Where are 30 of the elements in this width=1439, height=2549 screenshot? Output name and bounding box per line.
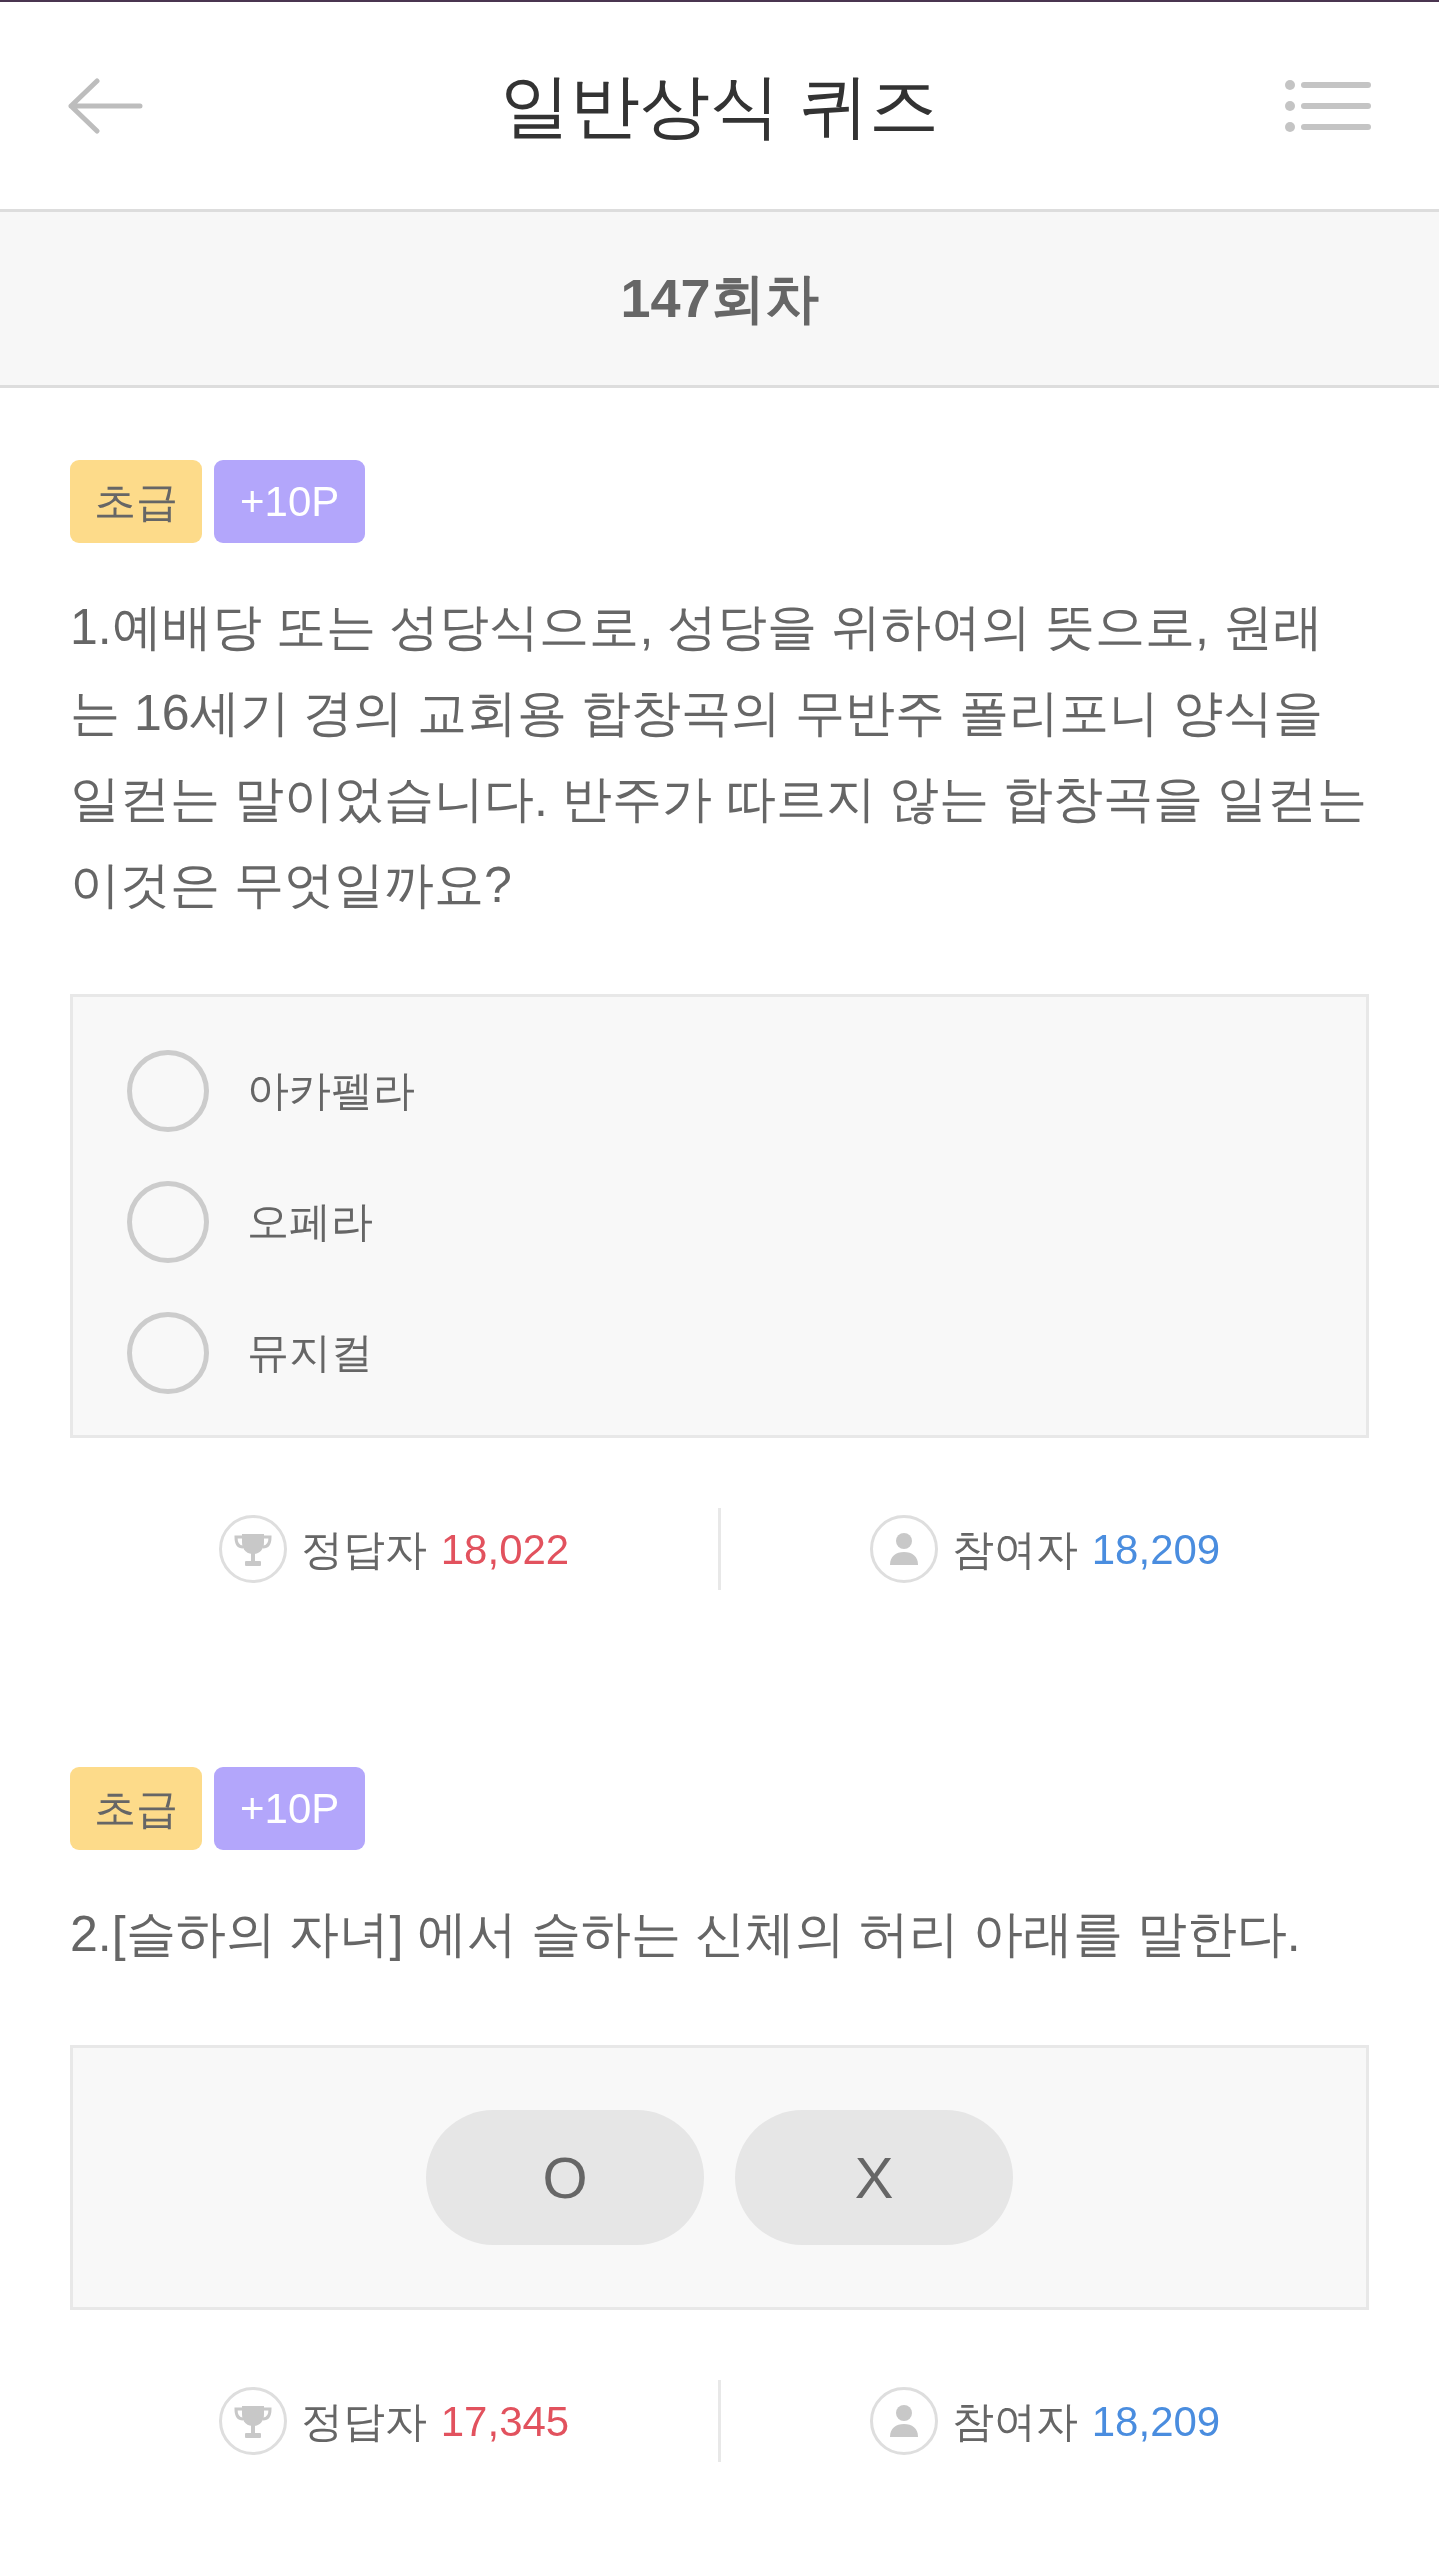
question-text: 2.[슬하의 자녀] 에서 슬하는 신체의 허리 아래를 말한다. [70, 1905, 1302, 1964]
stat-label: 참여자 [951, 1524, 1078, 1575]
points-badge: +10P [214, 460, 366, 543]
person-icon [869, 1515, 938, 1583]
stat-count: 17,345 [440, 2396, 570, 2447]
back-arrow-icon[interactable] [68, 77, 143, 134]
stat-count: 18,209 [1091, 2396, 1221, 2447]
option-label[interactable]: 아카펠라 [247, 1059, 415, 1122]
round-label: 147회차 [620, 267, 819, 330]
radio-button[interactable] [127, 1311, 209, 1394]
option-label[interactable]: 오페라 [247, 1190, 373, 1253]
points-badge: +10P [214, 1767, 366, 1850]
difficulty-badge: 초급 [70, 1767, 202, 1850]
stat-count: 18,209 [1091, 1524, 1221, 1575]
stat-label: 정답자 [300, 1524, 427, 1575]
menu-icon[interactable] [1285, 79, 1371, 132]
stat-count: 18,022 [440, 1524, 570, 1575]
question-text: 1.예배당 또는 성당식으로, 성당을 위하여의 뜻으로, 원래는 16세기 경의 교회용 합창곡의 무반주 폴리포니 양식을 일컫는 말이었습니다. 반주가 따르지 않는 합창곡을 일컫는 이것은 무엇일까요? [70, 598, 1369, 915]
page-title: 일반상식 퀴즈 [499, 65, 940, 146]
radio-button[interactable] [127, 1049, 209, 1132]
stat-label: 참여자 [951, 2396, 1078, 2447]
person-icon [869, 2387, 938, 2455]
answer-button[interactable]: X [735, 2110, 1013, 2245]
difficulty-badge: 초급 [70, 460, 202, 543]
radio-button[interactable] [127, 1180, 209, 1263]
trophy-icon [218, 1515, 287, 1583]
answer-button[interactable]: O [426, 2110, 704, 2245]
trophy-icon [218, 2387, 287, 2455]
option-label[interactable]: 뮤지컬 [247, 1321, 373, 1384]
stat-label: 정답자 [300, 2396, 427, 2447]
